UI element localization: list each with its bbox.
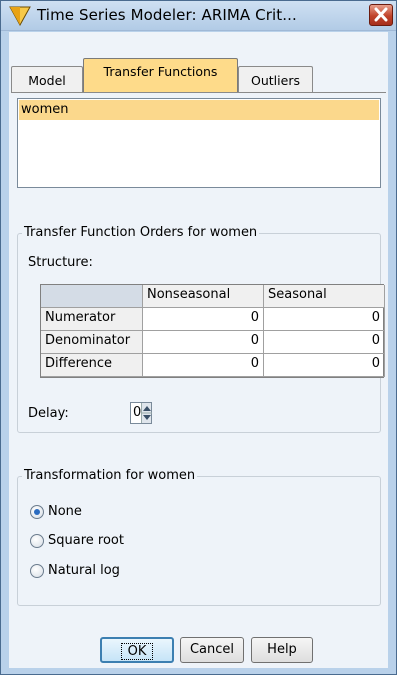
- transformation-group-legend: Transformation for women: [22, 468, 198, 483]
- ok-button-label: OK: [120, 643, 154, 660]
- close-icon: [374, 7, 388, 22]
- column-header-seasonal: Seasonal: [264, 285, 385, 308]
- list-item[interactable]: women: [19, 100, 379, 120]
- cancel-button[interactable]: Cancel: [180, 637, 244, 663]
- radio-square-root[interactable]: Square root: [30, 533, 124, 548]
- close-button[interactable]: [369, 4, 393, 26]
- orders-table[interactable]: Nonseasonal Seasonal Numerator 0 0 Denom…: [40, 284, 385, 378]
- radio-checked-icon[interactable]: [30, 504, 44, 519]
- transformation-group: Transformation for women None Square roo…: [17, 468, 381, 606]
- ok-button[interactable]: OK: [100, 637, 174, 663]
- row-header-difference: Difference: [41, 354, 143, 377]
- title-bar[interactable]: Time Series Modeler: ARIMA Crit...: [1, 1, 396, 31]
- radio-unchecked-icon[interactable]: [30, 563, 44, 578]
- tab-outliers-label: Outliers: [251, 73, 300, 88]
- radio-unchecked-icon[interactable]: [30, 533, 44, 548]
- tab-transfer-functions-label: Transfer Functions: [103, 64, 218, 79]
- structure-label: Structure:: [28, 255, 93, 270]
- delay-spinner-buttons[interactable]: [141, 403, 152, 423]
- tab-transfer-functions[interactable]: Transfer Functions: [83, 58, 238, 92]
- numerator-seasonal-cell[interactable]: 0: [264, 308, 385, 331]
- window-title: Time Series Modeler: ARIMA Crit...: [37, 6, 297, 24]
- diamond-app-icon: [9, 6, 31, 26]
- row-header-numerator: Numerator: [41, 308, 143, 331]
- difference-seasonal-cell[interactable]: 0: [264, 354, 385, 377]
- denominator-seasonal-cell[interactable]: 0: [264, 331, 385, 354]
- list-item-label: women: [21, 102, 69, 117]
- radio-natural-log-label: Natural log: [48, 563, 120, 578]
- dialog-window: Time Series Modeler: ARIMA Crit... Model…: [0, 0, 397, 675]
- row-header-denominator: Denominator: [41, 331, 143, 354]
- radio-natural-log[interactable]: Natural log: [30, 563, 120, 578]
- delay-label: Delay:: [28, 406, 69, 421]
- difference-nonseasonal-cell[interactable]: 0: [143, 354, 264, 377]
- orders-group-legend: Transfer Function Orders for women: [22, 225, 260, 240]
- denominator-nonseasonal-cell[interactable]: 0: [143, 331, 264, 354]
- tab-model-label: Model: [28, 73, 66, 88]
- help-button-label: Help: [267, 642, 297, 657]
- radio-none[interactable]: None: [30, 504, 82, 519]
- column-header-nonseasonal: Nonseasonal: [143, 285, 264, 308]
- table-corner-cell: [41, 285, 143, 308]
- radio-square-root-label: Square root: [48, 533, 124, 548]
- delay-spinner[interactable]: 0: [130, 402, 152, 424]
- dialog-content: Model Transfer Functions Outliers women …: [9, 32, 388, 668]
- variable-list[interactable]: women: [17, 98, 381, 188]
- tab-model[interactable]: Model: [11, 66, 83, 92]
- tab-outliers[interactable]: Outliers: [238, 66, 313, 92]
- transfer-functions-panel: women Transfer Function Orders for women…: [11, 92, 386, 632]
- spinner-arrows-icon: [142, 406, 152, 420]
- orders-group: Transfer Function Orders for women Struc…: [17, 225, 385, 433]
- cancel-button-label: Cancel: [189, 642, 235, 657]
- numerator-nonseasonal-cell[interactable]: 0: [143, 308, 264, 331]
- radio-none-label: None: [48, 504, 82, 519]
- help-button[interactable]: Help: [251, 637, 313, 663]
